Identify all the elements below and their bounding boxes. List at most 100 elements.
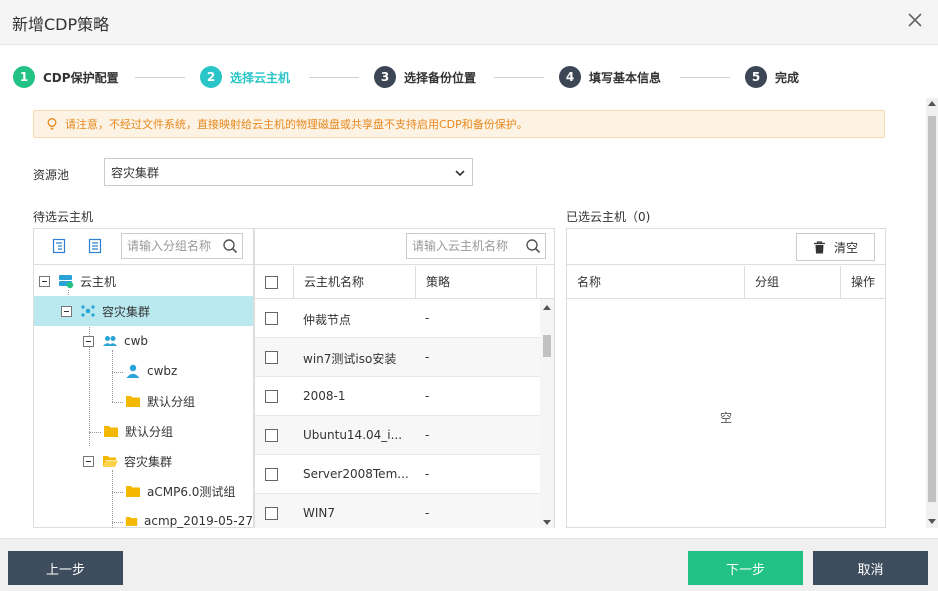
tree-node-default-group[interactable]: 默认分组 xyxy=(34,416,253,446)
step-connector xyxy=(135,77,185,78)
resource-pool-select[interactable]: 容灾集群 xyxy=(104,158,473,186)
cloud-host-icon xyxy=(59,275,74,289)
scroll-thumb[interactable] xyxy=(543,335,551,357)
vm-policy-header[interactable]: 策略 xyxy=(415,266,536,298)
collapse-toggle-icon[interactable] xyxy=(39,275,50,287)
trash-icon xyxy=(813,240,825,253)
clear-button-label: 清空 xyxy=(833,240,858,255)
selected-group-header: 分组 xyxy=(744,266,840,298)
step-1-number: 1 xyxy=(13,66,35,88)
tree-node-label: acmp_2019-05-27 xyxy=(144,514,253,528)
selected-vms-title: 已选云主机（0) xyxy=(566,210,651,224)
collapse-toggle-icon[interactable] xyxy=(83,335,94,347)
tree-node-label: 默认分组 xyxy=(147,394,196,409)
vm-name-cell: WIN7 xyxy=(303,506,336,520)
selected-vms-panel: 清空 名称 分组 操作 空 xyxy=(566,228,886,528)
row-checkbox[interactable] xyxy=(265,429,278,442)
table-row[interactable]: Ubuntu14.04_i... - xyxy=(255,416,540,455)
tree-node-label: cwb xyxy=(124,334,149,348)
vm-policy-cell: - xyxy=(425,428,430,442)
step-5: 5 完成 xyxy=(745,66,799,88)
vm-table-body: 仲裁节点 - win7测试iso安装 - 2008-1 - Ubuntu14.0… xyxy=(255,299,540,528)
vm-policy-cell: - xyxy=(425,389,430,403)
group-tree-panel: 云主机 容灾集群 cwb cwbz 默认分组 xyxy=(33,228,254,528)
table-row[interactable]: win7测试iso安装 - xyxy=(255,338,540,377)
select-all-checkbox[interactable] xyxy=(265,276,278,289)
collapse-toggle-icon[interactable] xyxy=(83,455,94,467)
vm-name-cell: win7测试iso安装 xyxy=(303,352,397,366)
table-row[interactable]: Server2008Tem... - xyxy=(255,455,540,494)
vm-list-scrollbar[interactable] xyxy=(540,299,554,528)
scroll-down-icon[interactable] xyxy=(543,520,551,525)
tree-node-label: 云主机 xyxy=(80,274,117,289)
folder-icon xyxy=(104,426,118,437)
table-row[interactable]: 2008-1 - xyxy=(255,377,540,416)
tree-node-cwbz[interactable]: cwbz xyxy=(34,356,253,386)
table-row[interactable]: 仲裁节点 - xyxy=(255,299,540,338)
row-checkbox[interactable] xyxy=(265,351,278,364)
content-scrollbar[interactable] xyxy=(926,98,938,528)
step-1: 1 CDP保护配置 xyxy=(13,66,119,88)
lightbulb-icon xyxy=(47,118,57,130)
scroll-up-icon[interactable] xyxy=(543,305,551,310)
previous-step-button[interactable]: 上一步 xyxy=(8,551,123,585)
dialog-titlebar: 新增CDP策略 xyxy=(0,0,938,45)
vm-policy-cell: - xyxy=(425,311,430,325)
close-icon[interactable] xyxy=(906,11,924,29)
group-tree: 云主机 容灾集群 cwb cwbz 默认分组 默认分组 容灾集群 aCMP6.0… xyxy=(34,266,253,528)
group-search-box xyxy=(121,233,243,259)
tree-node-acmp-2019[interactable]: acmp_2019-05-27 xyxy=(34,506,253,528)
clear-button[interactable]: 清空 xyxy=(796,233,875,261)
dialog-title: 新增CDP策略 xyxy=(12,15,110,34)
scroll-down-icon[interactable] xyxy=(928,519,936,524)
vm-policy-cell: - xyxy=(425,350,430,364)
row-checkbox[interactable] xyxy=(265,390,278,403)
tree-node-dr-cluster[interactable]: 容灾集群 xyxy=(34,296,253,326)
step-4: 4 填写基本信息 xyxy=(559,66,661,88)
tree-node-dr-cluster-folder[interactable]: 容灾集群 xyxy=(34,446,253,476)
header-spacer xyxy=(536,266,554,298)
step-3-number: 3 xyxy=(374,66,396,88)
cluster-icon xyxy=(81,305,95,317)
row-checkbox[interactable] xyxy=(265,312,278,325)
tree-node-default-group[interactable]: 默认分组 xyxy=(34,386,253,416)
next-step-button[interactable]: 下一步 xyxy=(688,551,803,585)
search-icon[interactable] xyxy=(222,238,238,254)
dialog-content: 请注意，不经过文件系统，直接映射给云主机的物理磁盘或共享盘不支持启用CDP和备份… xyxy=(0,98,926,538)
tree-node-cloud-hosts[interactable]: 云主机 xyxy=(34,266,253,296)
tree-node-cwb[interactable]: cwb xyxy=(34,326,253,356)
scroll-thumb[interactable] xyxy=(928,116,936,502)
selected-table-header: 名称 分组 操作 xyxy=(567,266,885,299)
step-5-number: 5 xyxy=(745,66,767,88)
table-row[interactable]: WIN7 - xyxy=(255,494,540,528)
step-1-label: CDP保护配置 xyxy=(43,70,119,85)
tree-node-acmp-test-group[interactable]: aCMP6.0测试组 xyxy=(34,476,253,506)
collapse-toggle-icon[interactable] xyxy=(61,305,72,317)
tree-toolbar xyxy=(34,229,253,265)
vm-name-header[interactable]: 云主机名称 xyxy=(293,266,415,298)
row-checkbox[interactable] xyxy=(265,468,278,481)
selected-name-header: 名称 xyxy=(577,275,602,289)
empty-state-text: 空 xyxy=(719,411,732,425)
step-3-label: 选择备份位置 xyxy=(404,70,477,85)
tree-node-label: aCMP6.0测试组 xyxy=(147,484,236,499)
step-indicator: 1 CDP保护配置 2 选择云主机 3 选择备份位置 4 填写基本信息 5 完成 xyxy=(0,45,938,98)
row-checkbox[interactable] xyxy=(265,507,278,520)
user-icon xyxy=(126,364,140,378)
notice-banner: 请注意，不经过文件系统，直接映射给云主机的物理磁盘或共享盘不支持启用CDP和备份… xyxy=(33,110,885,138)
step-connector xyxy=(680,77,730,78)
vm-list-panel: 云主机名称 策略 仲裁节点 - win7测试iso安装 - 2008-1 xyxy=(254,228,555,528)
collapse-all-icon[interactable] xyxy=(87,238,103,254)
scroll-up-icon[interactable] xyxy=(928,101,936,106)
vm-name-cell: Server2008Tem... xyxy=(303,467,409,481)
vm-search-box xyxy=(406,233,546,259)
cancel-button[interactable]: 取消 xyxy=(813,551,928,585)
folder-icon xyxy=(126,396,140,407)
tree-node-label: 容灾集群 xyxy=(102,304,151,319)
step-4-number: 4 xyxy=(559,66,581,88)
resource-pool-value: 容灾集群 xyxy=(111,165,160,180)
search-icon[interactable] xyxy=(525,238,541,254)
vm-name-cell: 仲裁节点 xyxy=(303,313,352,327)
expand-all-icon[interactable] xyxy=(51,238,67,254)
step-2-number: 2 xyxy=(200,66,222,88)
